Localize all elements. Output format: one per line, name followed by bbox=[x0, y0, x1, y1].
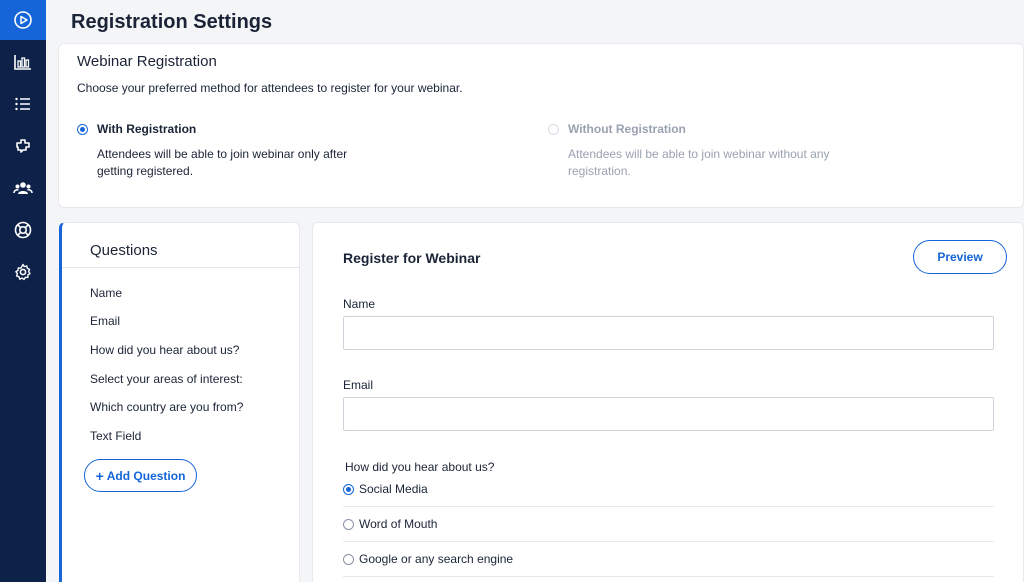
questions-divider bbox=[62, 267, 300, 268]
social-media-label: Social Media bbox=[359, 482, 428, 496]
registration-form-preview: Register for Webinar Preview Name Email … bbox=[312, 222, 1024, 582]
list-icon bbox=[15, 97, 30, 111]
name-field-label: Name bbox=[343, 297, 376, 311]
with-registration-label: With Registration bbox=[97, 122, 197, 136]
answer-option-social-media[interactable]: Social Media bbox=[343, 472, 994, 507]
main-content: Registration Settings Webinar Registrati… bbox=[46, 0, 1024, 582]
social-media-radio[interactable] bbox=[343, 483, 354, 495]
sidebar-item-integrations[interactable] bbox=[0, 126, 46, 166]
sidebar-item-settings[interactable] bbox=[0, 252, 46, 292]
email-field-label: Email bbox=[343, 378, 374, 392]
integrations-icon bbox=[16, 139, 30, 153]
sidebar-item-list[interactable] bbox=[0, 84, 46, 124]
bar-chart-icon bbox=[14, 55, 31, 70]
play-circle-icon bbox=[14, 11, 32, 29]
questions-title: Questions bbox=[90, 242, 158, 259]
question-item-text-field[interactable]: Text Field bbox=[90, 429, 141, 443]
search-engine-label: Google or any search engine bbox=[359, 552, 514, 566]
users-icon bbox=[13, 182, 33, 194]
without-registration-radio[interactable] bbox=[548, 123, 559, 135]
question-item-country[interactable]: Which country are you from? bbox=[90, 400, 243, 414]
webinar-registration-card: Webinar Registration Choose your preferr… bbox=[58, 43, 1024, 208]
with-registration-option[interactable]: With Registration bbox=[77, 122, 196, 136]
sidebar-item-analytics[interactable] bbox=[0, 42, 46, 82]
sidebar-item-help[interactable] bbox=[0, 210, 46, 250]
question-item-name[interactable]: Name bbox=[90, 286, 122, 300]
form-title: Register for Webinar bbox=[343, 250, 481, 266]
email-input[interactable] bbox=[343, 397, 994, 431]
questions-panel: Questions Name Email How did you hear ab… bbox=[59, 222, 300, 582]
without-registration-option[interactable]: Without Registration bbox=[548, 122, 686, 136]
sidebar-nav bbox=[0, 0, 46, 582]
gear-icon bbox=[15, 263, 31, 281]
webinar-registration-title: Webinar Registration bbox=[77, 53, 217, 70]
word-of-mouth-label: Word of Mouth bbox=[359, 517, 438, 531]
webinar-registration-description: Choose your preferred method for attende… bbox=[77, 81, 463, 95]
name-input[interactable] bbox=[343, 316, 994, 350]
answer-option-word-of-mouth[interactable]: Word of Mouth bbox=[343, 507, 994, 542]
search-engine-radio[interactable] bbox=[343, 553, 354, 565]
with-registration-radio[interactable] bbox=[77, 123, 88, 135]
question-item-email[interactable]: Email bbox=[90, 314, 120, 328]
question-item-areas-of-interest[interactable]: Select your areas of interest: bbox=[90, 372, 243, 386]
without-registration-label: Without Registration bbox=[568, 122, 686, 136]
with-registration-description: Attendees will be able to join webinar o… bbox=[97, 147, 348, 178]
without-registration-description: Attendees will be able to join webinar w… bbox=[568, 147, 830, 178]
add-question-label: Add Question bbox=[106, 468, 186, 483]
add-question-button[interactable]: + Add Question bbox=[84, 459, 197, 492]
preview-button[interactable]: Preview bbox=[913, 240, 1007, 274]
help-lifebuoy-icon bbox=[14, 221, 32, 239]
word-of-mouth-radio[interactable] bbox=[343, 518, 354, 530]
plus-icon: + bbox=[95, 467, 104, 484]
question-item-hear-about[interactable]: How did you hear about us? bbox=[90, 343, 239, 357]
sidebar-item-users[interactable] bbox=[0, 168, 46, 208]
sidebar-item-webinars[interactable] bbox=[0, 0, 46, 40]
answer-option-search-engine[interactable]: Google or any search engine bbox=[343, 542, 994, 577]
page-title: Registration Settings bbox=[71, 11, 273, 33]
